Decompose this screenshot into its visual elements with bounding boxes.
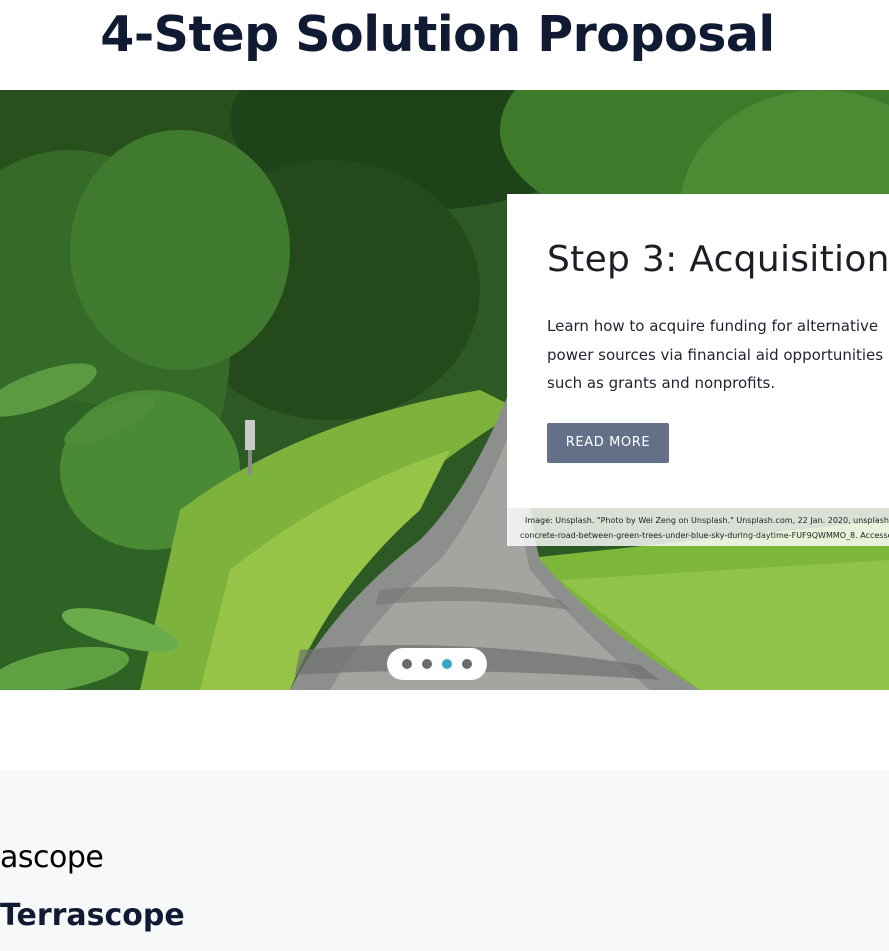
slide-description: Learn how to acquire funding for alterna… [547,317,884,392]
hero-carousel: Step 3: Acquisition Learn how to acquire… [0,90,889,690]
carousel-dot-4[interactable] [462,659,472,669]
footer-logo[interactable]: ascope [0,838,104,878]
page-title: 4-Step Solution Proposal [100,6,775,63]
site-footer: ascope Terrascope [0,770,889,951]
carousel-dot-2[interactable] [422,659,432,669]
carousel-dot-3[interactable] [442,659,452,669]
image-credit: Image: Unsplash. "Photo by Wei Zeng on U… [507,508,889,546]
image-credit-line-2: concrete-road-between-green-trees-under-… [520,531,889,540]
slide-card: Step 3: Acquisition Learn how to acquire… [507,194,889,508]
read-more-button[interactable]: READ MORE [547,422,669,463]
slide-title: Step 3: Acquisition [547,239,889,280]
image-credit-line-1: Image: Unsplash. "Photo by Wei Zeng on U… [525,516,889,525]
carousel-dot-1[interactable] [402,659,412,669]
footer-brand-name: Terrascope [0,898,185,933]
carousel-pagination [387,648,487,680]
